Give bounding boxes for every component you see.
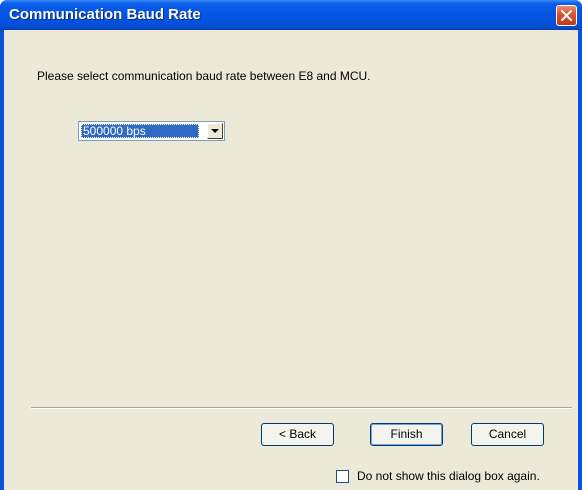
title-bar[interactable]: Communication Baud Rate — [0, 0, 582, 30]
dont-show-again-label[interactable]: Do not show this dialog box again. — [357, 469, 540, 483]
chevron-down-icon — [211, 129, 219, 133]
close-button[interactable] — [556, 5, 577, 26]
baud-rate-selected-value: 500000 bps — [81, 124, 199, 138]
finish-button[interactable]: Finish — [370, 423, 443, 446]
instruction-text: Please select communication baud rate be… — [37, 69, 371, 83]
dialog-window: Communication Baud Rate Please select co… — [0, 0, 582, 490]
finish-button-label: Finish — [390, 427, 423, 441]
cancel-button[interactable]: Cancel — [471, 423, 544, 446]
separator-line — [31, 407, 572, 409]
dialog-body: Please select communication baud rate be… — [4, 30, 578, 490]
back-button[interactable]: < Back — [261, 423, 334, 446]
dont-show-again-checkbox[interactable] — [336, 470, 349, 483]
window-title: Communication Baud Rate — [9, 6, 201, 23]
back-button-label: < Back — [278, 427, 317, 441]
dropdown-arrow-button[interactable] — [207, 123, 223, 139]
cancel-button-label: Cancel — [488, 427, 527, 441]
baud-rate-dropdown[interactable]: 500000 bps — [78, 121, 225, 141]
close-icon — [561, 10, 572, 21]
